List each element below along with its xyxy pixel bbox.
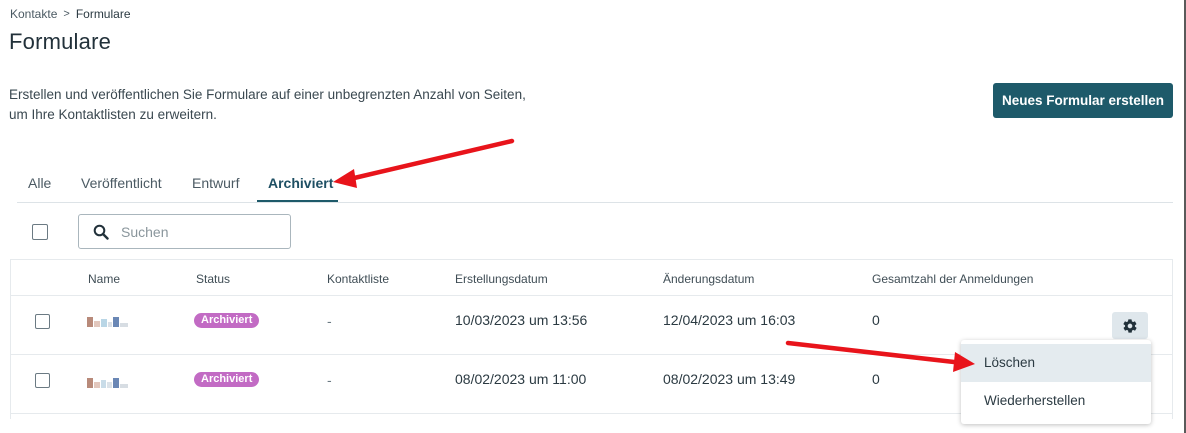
new-form-button[interactable]: Neues Formular erstellen <box>993 83 1173 118</box>
contact-list-cell: - <box>327 372 332 388</box>
signups-cell: 0 <box>872 312 880 328</box>
description-line-1: Erstellen und veröffentlichen Sie Formul… <box>9 87 526 102</box>
form-name-thumbnail[interactable] <box>87 378 128 388</box>
contact-list-cell: - <box>327 313 332 329</box>
tab-veroeffentlicht[interactable]: Veröffentlicht <box>81 175 162 191</box>
breadcrumb-current: Formulare <box>75 7 131 21</box>
tab-alle[interactable]: Alle <box>28 175 51 191</box>
tab-archiviert[interactable]: Archiviert <box>268 175 333 191</box>
search-input[interactable] <box>121 223 271 240</box>
signups-cell: 0 <box>872 371 880 387</box>
created-date-cell: 08/02/2023 um 11:00 <box>455 371 587 387</box>
created-date-cell: 10/03/2023 um 13:56 <box>455 312 588 328</box>
form-name-thumbnail[interactable] <box>87 317 128 327</box>
description-line-2: um Ihre Kontaktlisten zu erweitern. <box>9 107 217 122</box>
gear-icon <box>1123 318 1137 333</box>
tab-entwurf[interactable]: Entwurf <box>192 175 239 191</box>
modified-date-cell: 12/04/2023 um 16:03 <box>663 312 796 328</box>
column-header-modified[interactable]: Änderungsdatum <box>663 272 754 286</box>
breadcrumb-separator: > <box>63 8 70 20</box>
page-title: Formulare <box>9 29 112 54</box>
breadcrumb-kontakte-link[interactable]: Kontakte <box>10 7 57 21</box>
menu-item-wiederherstellen[interactable]: Wiederherstellen <box>961 382 1151 420</box>
row-settings-button[interactable] <box>1112 312 1148 339</box>
tab-bar: Alle Veröffentlicht Entwurf Archiviert <box>17 163 1173 203</box>
table-header: Name Status Kontaktliste Erstellungsdatu… <box>11 260 1172 296</box>
search-icon <box>93 224 109 240</box>
column-header-signups[interactable]: Gesamtzahl der Anmeldungen <box>872 272 1033 286</box>
status-badge: Archiviert <box>194 313 260 328</box>
status-badge: Archiviert <box>194 372 260 387</box>
select-all-checkbox[interactable] <box>32 224 48 240</box>
column-header-status[interactable]: Status <box>196 272 230 286</box>
row-actions-menu: Löschen Wiederherstellen <box>961 340 1151 424</box>
column-header-contact-list[interactable]: Kontaktliste <box>327 272 389 286</box>
breadcrumb: Kontakte > Formulare <box>10 7 131 21</box>
column-header-created[interactable]: Erstellungsdatum <box>455 272 548 286</box>
search-box[interactable] <box>78 214 291 249</box>
row-checkbox[interactable] <box>35 373 50 388</box>
modified-date-cell: 08/02/2023 um 13:49 <box>663 371 796 387</box>
active-tab-indicator <box>257 200 338 202</box>
row-checkbox[interactable] <box>35 314 50 329</box>
column-header-name[interactable]: Name <box>88 272 120 286</box>
page-description: Erstellen und veröffentlichen Sie Formul… <box>9 85 529 125</box>
menu-item-loeschen[interactable]: Löschen <box>961 344 1151 382</box>
